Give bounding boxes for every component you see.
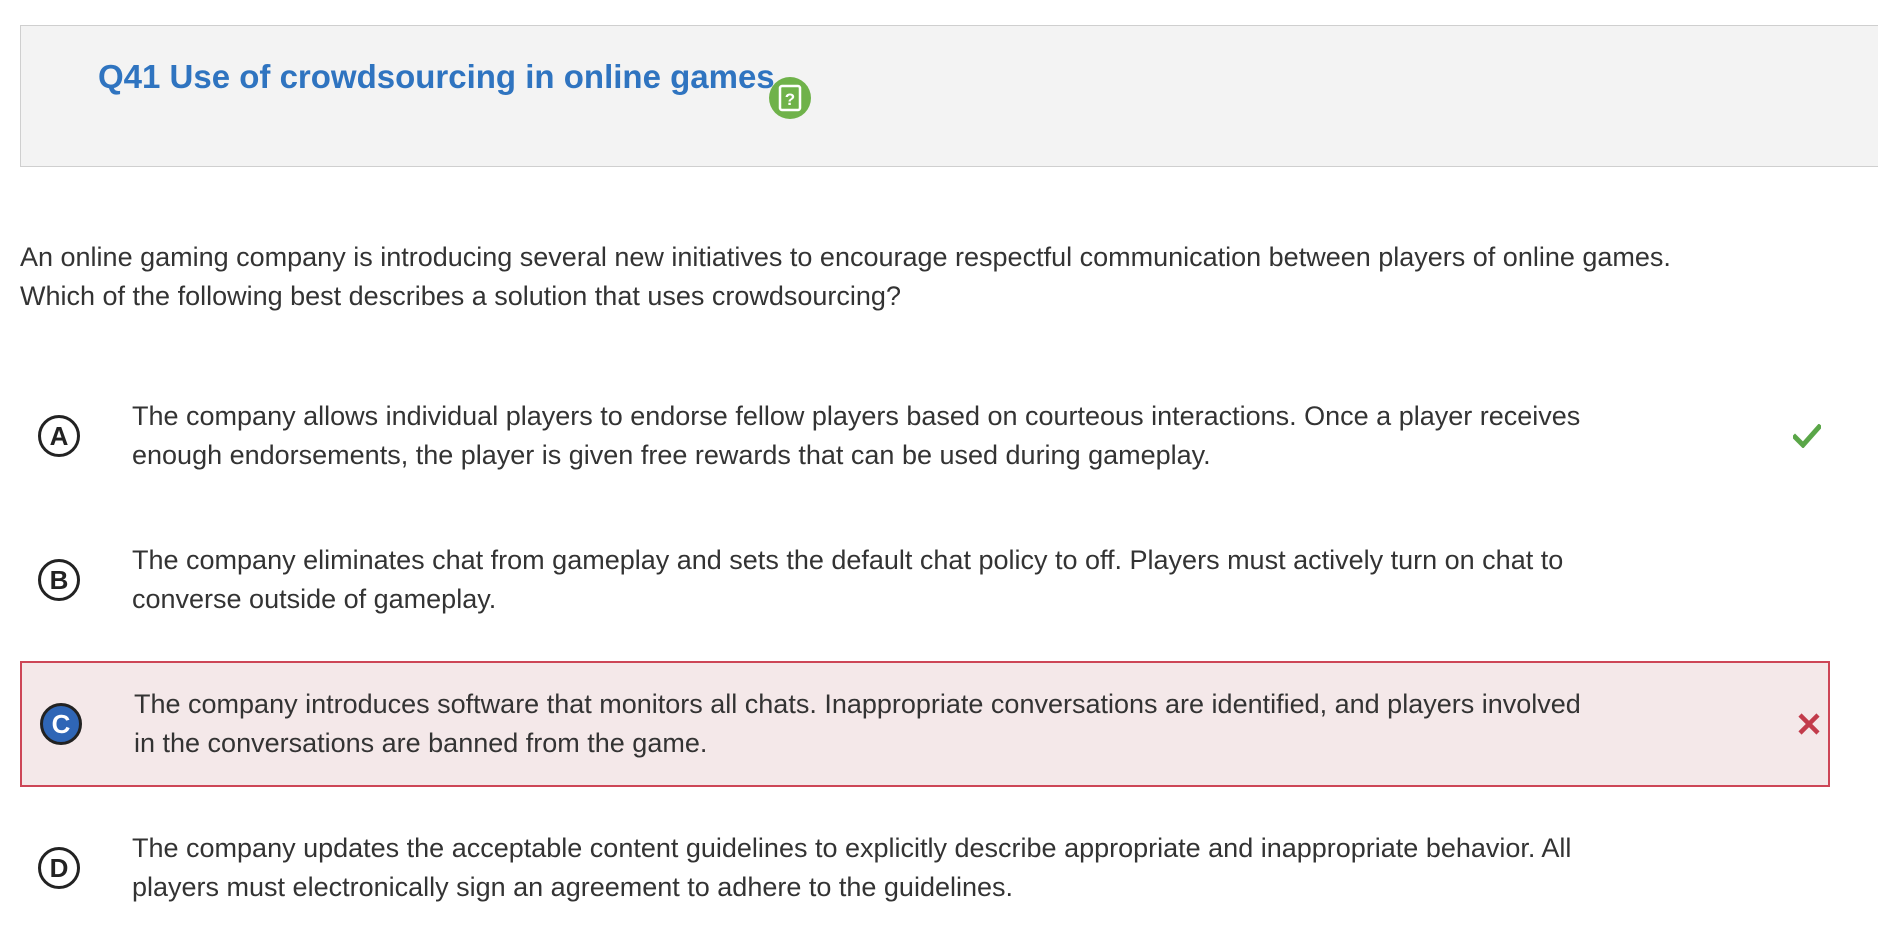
- option-letter-a[interactable]: A: [38, 415, 80, 457]
- question-prompt: An online gaming company is introducing …: [20, 242, 1671, 311]
- option-c[interactable]: C The company introduces software that m…: [20, 661, 1830, 787]
- option-text-c: The company introduces software that mon…: [134, 689, 1581, 758]
- option-text-d: The company updates the acceptable conte…: [132, 833, 1572, 902]
- option-b[interactable]: B The company eliminates chat from gamep…: [20, 517, 1830, 643]
- option-letter-b[interactable]: B: [38, 559, 80, 601]
- help-question-icon[interactable]: ?: [769, 77, 811, 119]
- svg-text:?: ?: [785, 90, 795, 109]
- option-d[interactable]: D The company updates the acceptable con…: [20, 805, 1830, 931]
- option-a[interactable]: A The company allows individual players …: [20, 373, 1830, 499]
- question-title: Q41 Use of crowdsourcing in online games: [98, 58, 775, 95]
- option-letter-c[interactable]: C: [40, 703, 82, 745]
- option-text-b: The company eliminates chat from gamepla…: [132, 545, 1564, 614]
- incorrect-x-icon: [1794, 709, 1824, 739]
- option-text-a: The company allows individual players to…: [132, 401, 1581, 470]
- correct-check-icon: [1792, 421, 1822, 451]
- option-letter-d[interactable]: D: [38, 847, 80, 889]
